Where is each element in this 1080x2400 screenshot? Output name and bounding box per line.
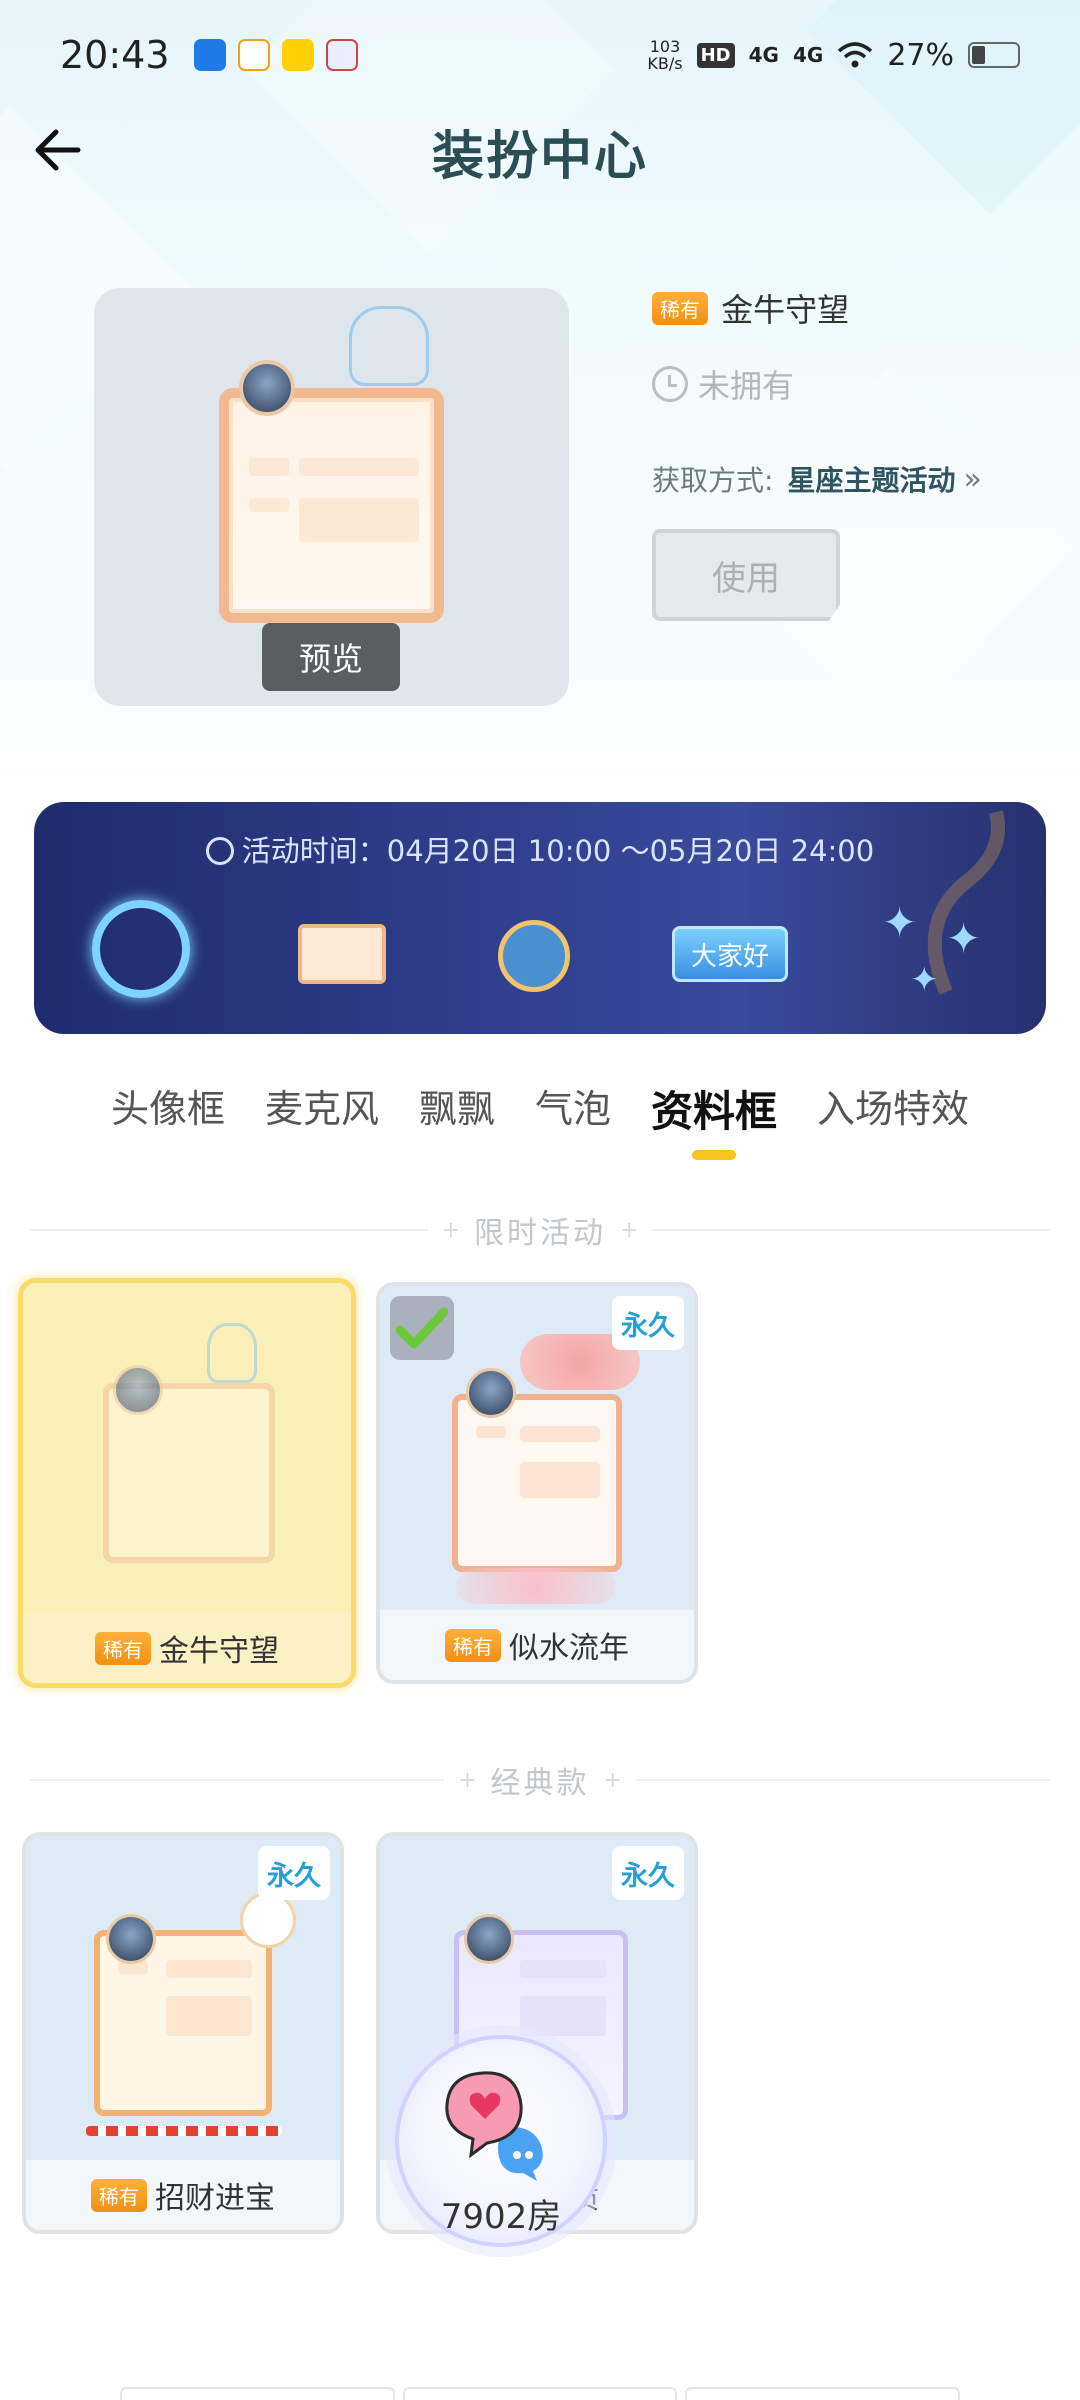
clock-icon bbox=[652, 366, 688, 402]
chat-bubble-thumbnail: 大家好 bbox=[672, 926, 788, 982]
tab-floating[interactable]: 飘飘 bbox=[419, 1078, 495, 1168]
lucky-cat-decoration bbox=[240, 1892, 296, 1948]
equipped-check-icon bbox=[390, 1296, 454, 1360]
avatar bbox=[106, 1914, 156, 1964]
ownership-status: 未拥有 bbox=[652, 361, 1052, 407]
signal-icon: 4G bbox=[792, 43, 824, 67]
battery-percent: 27% bbox=[887, 37, 954, 73]
event-banner[interactable]: 活动时间：04月20日 10:00 ～05月20日 24:00 大家好 ✦ ✦ … bbox=[34, 802, 1046, 1034]
double-chevron-right-icon: » bbox=[963, 461, 982, 497]
permanent-badge: 永久 bbox=[258, 1846, 330, 1900]
item-label: 稀有 似水流年 bbox=[380, 1610, 694, 1680]
heart-chat-icon bbox=[445, 2071, 543, 2181]
tab-entrance-effect[interactable]: 入场特效 bbox=[817, 1078, 969, 1168]
item-card[interactable]: 永久 稀有 似水流年 bbox=[376, 1282, 698, 1684]
obtain-method-link[interactable]: 星座主题活动 bbox=[787, 459, 955, 499]
taurus-figure-decoration bbox=[349, 306, 429, 386]
avatar bbox=[113, 1365, 163, 1415]
app-notification-icon bbox=[325, 39, 358, 71]
obtain-method[interactable]: 获取方式: 星座主题活动 » bbox=[652, 459, 1052, 499]
profile-frame-thumbnail bbox=[298, 924, 386, 984]
app-notification-icon bbox=[237, 39, 270, 71]
avatar-frame-thumbnail bbox=[92, 900, 190, 998]
category-tabs: 头像框 麦克风 飘飘 气泡 资料框 入场特效 bbox=[0, 1078, 1080, 1168]
rarity-badge: 稀有 bbox=[652, 291, 708, 325]
clock-icon bbox=[205, 837, 234, 865]
tab-avatar-frame[interactable]: 头像框 bbox=[111, 1078, 225, 1168]
tab-profile-frame[interactable]: 资料框 bbox=[651, 1078, 777, 1168]
meituan-notification-icon bbox=[281, 39, 314, 71]
wifi-icon bbox=[838, 42, 873, 68]
item-card[interactable]: 稀有 金牛守望 bbox=[18, 1278, 356, 1688]
preview-card: 预览 bbox=[94, 288, 569, 706]
item-name: 金牛守望 bbox=[159, 1634, 279, 1669]
active-tab-indicator bbox=[692, 1150, 737, 1160]
room-number: 7902房 bbox=[440, 2197, 562, 2237]
network-speed: 103 KB/s bbox=[647, 37, 683, 73]
item-info: 稀有 金牛守望 未拥有 获取方式: 星座主题活动 » 使用 bbox=[652, 285, 1052, 621]
star-icon: ✦ bbox=[946, 914, 982, 963]
status-time: 20:43 bbox=[60, 33, 170, 77]
item-thumbnail bbox=[23, 1283, 351, 1615]
section-header-limited: + 限时活动 + bbox=[30, 1210, 1050, 1251]
use-button[interactable]: 使用 bbox=[652, 529, 840, 621]
signal-icon: 4G bbox=[748, 43, 779, 67]
star-icon: ✦ bbox=[910, 960, 939, 1000]
tab-microphone[interactable]: 麦克风 bbox=[265, 1078, 379, 1168]
rarity-badge: 稀有 bbox=[445, 1628, 501, 1662]
item-name: 招财进宝 bbox=[155, 2181, 275, 2216]
avatar bbox=[464, 1914, 514, 1964]
page-title: 装扮中心 bbox=[431, 127, 648, 187]
rarity-badge: 稀有 bbox=[95, 1631, 151, 1665]
taurus-badge-thumbnail bbox=[498, 920, 570, 992]
star-icon: ✦ bbox=[882, 898, 918, 947]
permanent-badge: 永久 bbox=[612, 1846, 684, 1900]
item-name: 似水流年 bbox=[509, 1631, 629, 1666]
permanent-badge: 永久 bbox=[612, 1296, 684, 1350]
rarity-badge: 稀有 bbox=[91, 2178, 147, 2212]
item-card[interactable]: 永久 稀有 招财进宝 bbox=[22, 1832, 344, 2234]
item-label: 稀有 招财进宝 bbox=[26, 2160, 340, 2230]
item-label: 稀有 金牛守望 bbox=[23, 1613, 351, 1683]
page-header: 装扮中心 bbox=[0, 110, 1080, 190]
app-notification-icon bbox=[193, 39, 226, 71]
section-header-classic: + 经典款 + bbox=[30, 1760, 1050, 1801]
item-name: 金牛守望 bbox=[721, 291, 850, 329]
bottom-edge bbox=[120, 2387, 961, 2400]
avatar bbox=[239, 360, 295, 416]
profile-frame-preview bbox=[219, 388, 444, 623]
battery-icon bbox=[968, 42, 1020, 68]
tab-bubble[interactable]: 气泡 bbox=[535, 1078, 611, 1168]
floating-room-button[interactable]: 7902房 bbox=[395, 2035, 607, 2247]
status-bar: 20:43 103 KB/s HD 4G 4G 27% bbox=[0, 0, 1080, 110]
event-time: 活动时间：04月20日 10:00 ～05月20日 24:00 bbox=[34, 828, 1046, 870]
preview-button[interactable]: 预览 bbox=[262, 623, 400, 691]
avatar bbox=[466, 1368, 516, 1418]
hd-icon: HD bbox=[696, 42, 735, 68]
